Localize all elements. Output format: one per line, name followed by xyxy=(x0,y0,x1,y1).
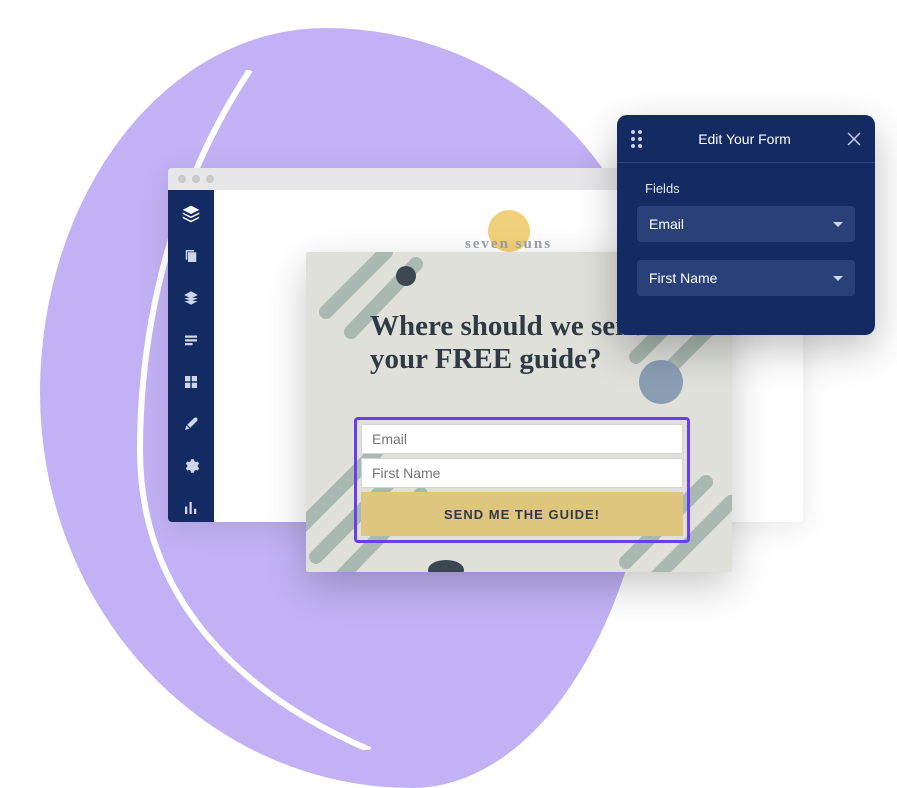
traffic-dot xyxy=(206,175,214,183)
chevron-down-icon xyxy=(833,222,843,227)
fields-section-label: Fields xyxy=(645,181,855,196)
tool-sidebar xyxy=(168,190,214,522)
form-highlight: SEND ME THE GUIDE! xyxy=(354,417,690,543)
traffic-dot xyxy=(178,175,186,183)
field-select-email[interactable]: Email xyxy=(637,206,855,242)
drag-handle-icon[interactable] xyxy=(631,130,642,148)
first-name-field[interactable] xyxy=(361,458,683,488)
field-select-label: Email xyxy=(649,216,684,232)
submit-button[interactable]: SEND ME THE GUIDE! xyxy=(361,492,683,536)
grid-icon[interactable] xyxy=(181,372,201,392)
copy-icon[interactable] xyxy=(181,246,201,266)
traffic-dot xyxy=(192,175,200,183)
text-icon[interactable] xyxy=(181,330,201,350)
email-field[interactable] xyxy=(361,424,683,454)
panel-title: Edit Your Form xyxy=(698,131,791,147)
gear-icon[interactable] xyxy=(181,456,201,476)
field-select-label: First Name xyxy=(649,270,717,286)
panel-header: Edit Your Form xyxy=(617,115,875,163)
close-icon[interactable] xyxy=(847,132,861,146)
form-editor-panel: Edit Your Form Fields Email First Name xyxy=(617,115,875,335)
layers-icon[interactable] xyxy=(181,204,201,224)
stack-icon[interactable] xyxy=(181,288,201,308)
brush-icon[interactable] xyxy=(181,414,201,434)
chevron-down-icon xyxy=(833,276,843,281)
field-select-first-name[interactable]: First Name xyxy=(637,260,855,296)
chart-icon[interactable] xyxy=(181,498,201,518)
